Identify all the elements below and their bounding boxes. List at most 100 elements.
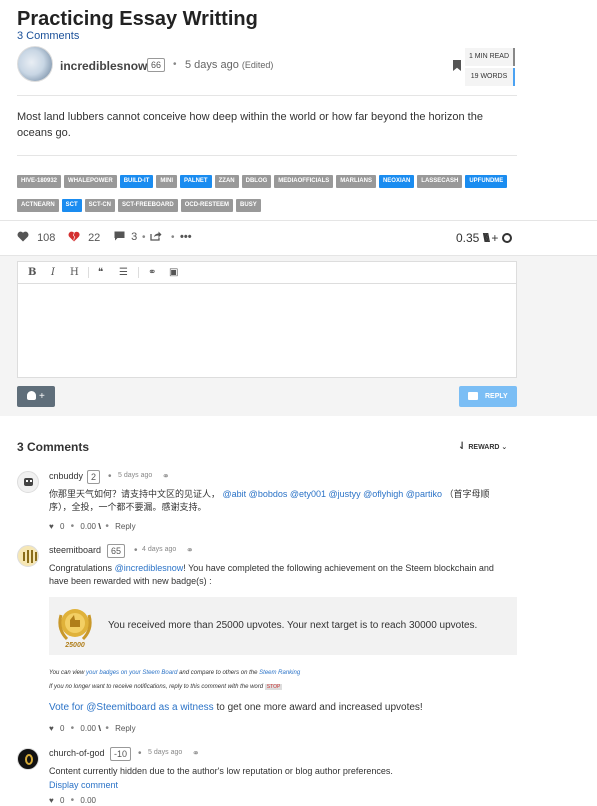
quote-button[interactable]: ❝: [98, 267, 103, 278]
payout[interactable]: 0.00: [80, 724, 96, 733]
tag-chip[interactable]: MARLIANS: [336, 175, 376, 188]
steemitboard-avatar[interactable]: [17, 545, 39, 567]
stop-note: If you no longer want to receive notific…: [49, 684, 283, 690]
comment-text: 你那里天气如何？请支持中文区的见证人，: [49, 489, 221, 499]
link-icon[interactable]: ⚭: [186, 545, 194, 556]
upvote-button[interactable]: ♥: [49, 724, 54, 733]
separator-dot: •: [105, 723, 109, 734]
comment-author-rep: 2: [87, 470, 101, 484]
mention-links[interactable]: @abit @bobdos @ety001 @justyy @oflyhigh …: [223, 489, 442, 499]
comment-author[interactable]: cnbuddy: [49, 471, 83, 481]
reply-link[interactable]: Reply: [115, 724, 135, 733]
reply-link[interactable]: Reply: [115, 522, 135, 531]
comment-author-rep: 65: [107, 544, 126, 558]
downvote-button[interactable]: 22: [68, 231, 100, 244]
post-title: Practicing Essay Writting: [17, 8, 258, 30]
chevron-down-icon: ⌄: [501, 444, 508, 451]
comment-footer: ♥ 0 • 0.00: [49, 795, 96, 806]
tag-chip[interactable]: SCT: [61, 199, 82, 212]
upvote-button[interactable]: ♥: [49, 796, 54, 805]
comment-text: （首字母顺: [444, 489, 490, 499]
toolbar-divider: [138, 267, 139, 278]
cnbuddy-avatar[interactable]: [17, 471, 39, 493]
editor-toolbar: B I H ❝ ☰ ⚭ ▣: [18, 262, 516, 284]
tag-chip[interactable]: SCT-CN: [84, 199, 116, 212]
tag-chip[interactable]: BUILD-IT: [119, 175, 154, 188]
payout[interactable]: 0.00: [80, 796, 96, 805]
note-text: and compare to others on the: [179, 670, 258, 676]
link-icon[interactable]: ⚭: [162, 471, 170, 482]
italic-button[interactable]: I: [51, 267, 55, 278]
payout-value[interactable]: 0.35 \\\\ +: [456, 231, 512, 245]
upvote-button[interactable]: 108: [17, 231, 55, 244]
tag-chip[interactable]: HIVE-180932: [17, 175, 62, 188]
comments-header: 3 Comments: [17, 440, 90, 454]
church-of-god-avatar[interactable]: [17, 748, 39, 770]
tag-chip[interactable]: NEOXIAN: [378, 175, 415, 188]
comment-text: have been rewarded with new badge(s) :: [49, 576, 212, 586]
comment-icon: [114, 231, 125, 241]
comment-body: 你那里天气如何？请支持中文区的见证人， @abit @bobdos @ety00…: [49, 488, 519, 514]
tag-chip[interactable]: WHALEPOWER: [64, 175, 117, 188]
tag-chip[interactable]: UPFUNDME: [465, 175, 508, 188]
note-text: You can view: [49, 670, 85, 676]
list-button[interactable]: ☰: [119, 267, 128, 278]
steem-power-icon: [501, 233, 512, 243]
divider: [17, 155, 517, 156]
tag-chip[interactable]: PALNET: [180, 175, 212, 188]
tag-chip[interactable]: LASSECASH: [417, 175, 463, 188]
bookmark-icon[interactable]: [453, 60, 461, 71]
comment-text: Congratulations: [49, 563, 113, 573]
share-button[interactable]: [150, 231, 162, 243]
steem-board-link[interactable]: your badges on your Steem Board: [86, 670, 177, 676]
tag-chip[interactable]: MEDIAOFFICIALS: [274, 175, 334, 188]
tag-chip[interactable]: ZZAN: [214, 175, 239, 188]
comments-count-link[interactable]: 3 Comments: [17, 30, 79, 42]
reply-button[interactable]: REPLY: [459, 386, 517, 407]
tag-chip[interactable]: BUSY: [236, 199, 261, 212]
bold-button[interactable]: B: [28, 267, 36, 278]
comment-body: Congratulations @incrediblesnow! You hav…: [49, 562, 519, 588]
sort-dropdown[interactable]: ⇃ REWARD ⌄: [458, 441, 507, 452]
badge-text: You received more than 25000 upvotes. Yo…: [108, 620, 478, 631]
toolbar-divider: [88, 267, 89, 278]
steem-ranking-link[interactable]: Steem Ranking: [259, 670, 300, 676]
link-icon[interactable]: ⚭: [192, 748, 200, 759]
post-time: 5 days ago (Edited): [185, 59, 273, 71]
display-comment-link[interactable]: Display comment: [49, 779, 118, 792]
comment-author[interactable]: church-of-god: [49, 748, 105, 758]
upvote-button[interactable]: ♥: [49, 522, 54, 531]
comment-count-button[interactable]: 3: [114, 231, 137, 243]
separator-dot: •: [108, 471, 112, 482]
separator-dot: •: [134, 545, 138, 556]
author-name[interactable]: incrediblesnow: [60, 59, 147, 73]
comment-footer: ♥ 0 • 0.00 \\\\ • Reply: [49, 723, 136, 734]
author-avatar[interactable]: [17, 46, 53, 82]
separator-dot: •: [70, 795, 75, 806]
comment-text: ! You have completed the following achie…: [183, 563, 494, 573]
tag-chip[interactable]: MINI: [156, 175, 178, 188]
hidden-comment-text: Content currently hidden due to the auth…: [49, 766, 393, 776]
stop-keyword: STOP: [264, 684, 283, 690]
reply-textarea[interactable]: [18, 284, 516, 377]
tag-chip[interactable]: DBLOG: [241, 175, 272, 188]
tag-chip[interactable]: OCD-RESTEEM: [180, 199, 234, 212]
post-body: Most land lubbers cannot conceive how de…: [17, 111, 483, 139]
separator-dot: •: [70, 723, 75, 734]
badge-box: 25000 You received more than 25000 upvot…: [49, 597, 517, 655]
payout[interactable]: 0.00: [80, 522, 96, 531]
heading-button[interactable]: H: [70, 267, 79, 278]
comment-time: 4 days ago: [142, 546, 177, 553]
author-row: incrediblesnow 66 • 5 days ago (Edited) …: [17, 46, 517, 90]
link-button[interactable]: ⚭: [148, 267, 156, 278]
tag-chip[interactable]: SCT-FREEBOARD: [118, 199, 178, 212]
post-section: Practicing Essay Writting 3 Comments inc…: [0, 0, 597, 220]
more-options-icon[interactable]: •••: [180, 231, 192, 243]
mention-link[interactable]: @incrediblesnow: [115, 563, 184, 573]
steem-icon: \\\\: [482, 231, 490, 245]
vote-witness-link[interactable]: Vote for @Steemitboard as a witness: [49, 702, 214, 713]
image-button[interactable]: ▣: [169, 267, 178, 278]
add-beneficiary-button[interactable]: +: [17, 386, 55, 407]
comment-author[interactable]: steemitboard: [49, 545, 101, 555]
tag-chip[interactable]: ACTNEARN: [17, 199, 59, 212]
